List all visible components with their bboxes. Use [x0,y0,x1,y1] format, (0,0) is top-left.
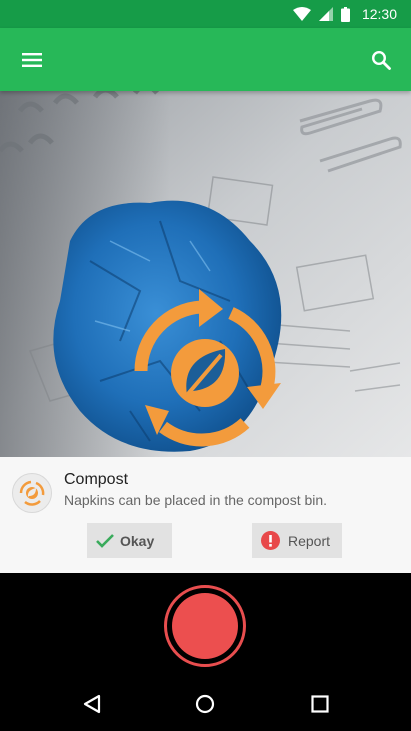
home-button[interactable] [185,687,225,721]
search-icon [371,50,391,70]
result-title: Compost [64,471,129,488]
okay-button[interactable]: Okay [87,523,172,558]
recents-button[interactable] [300,687,340,721]
camera-photo [0,91,411,457]
camera-controls [0,573,411,677]
status-bar: 12:30 [0,0,411,28]
home-circle-icon [195,694,215,714]
report-label: Report [288,532,331,549]
report-button[interactable]: Report [252,523,342,558]
okay-label: Okay [120,532,155,549]
signal-icon [318,7,333,21]
clock: 12:30 [361,6,397,22]
record-button[interactable] [164,585,246,667]
wifi-icon [292,7,311,21]
result-card: Compost Napkins can be placed in the com… [0,457,411,573]
compost-recycle-leaf-icon [134,289,281,447]
menu-button[interactable] [12,40,52,80]
result-description: Napkins can be placed in the compost bin… [64,492,328,508]
back-button[interactable] [72,687,112,721]
recents-square-icon [311,695,329,713]
compost-icon [12,473,52,513]
app-toolbar [0,28,411,91]
status-icons: 12:30 [292,5,397,23]
search-button[interactable] [361,40,401,80]
back-triangle-icon [83,694,101,714]
hamburger-menu-icon [22,53,42,67]
alert-icon [261,531,280,550]
check-icon [96,533,114,548]
navigation-bar [0,677,411,731]
record-button-fill [172,593,238,659]
battery-icon [340,6,350,22]
